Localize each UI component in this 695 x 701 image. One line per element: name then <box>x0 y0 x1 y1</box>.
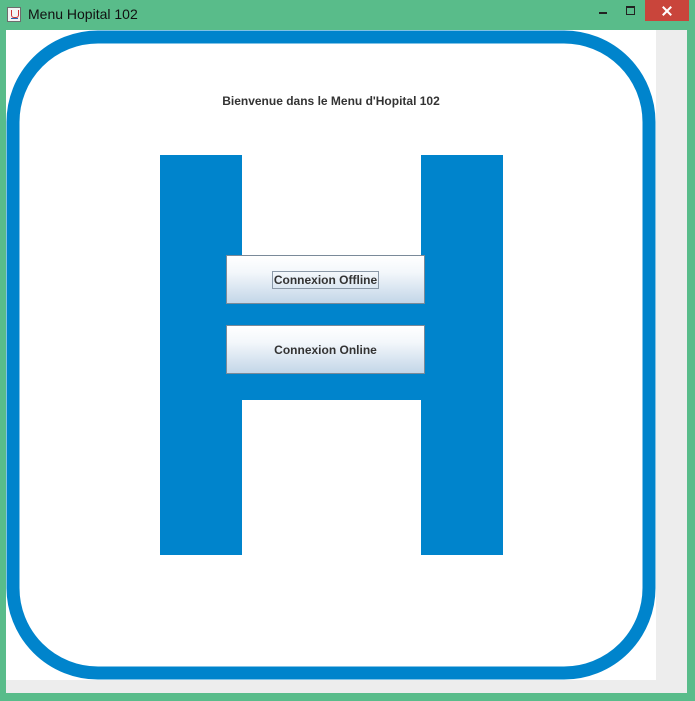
maximize-button[interactable] <box>616 0 644 21</box>
h-right-bar <box>421 155 503 555</box>
connexion-online-button[interactable]: Connexion Online <box>226 325 425 374</box>
window-content: Bienvenue dans le Menu d'Hopital 102 Con… <box>6 30 687 693</box>
welcome-label: Bienvenue dans le Menu d'Hopital 102 <box>222 94 440 108</box>
minimize-button[interactable] <box>588 0 616 21</box>
close-button[interactable] <box>645 0 689 21</box>
window-titlebar[interactable]: Menu Hopital 102 <box>0 0 695 30</box>
connexion-online-label: Connexion Online <box>274 342 377 357</box>
java-cup-icon <box>7 7 21 22</box>
connexion-offline-label: Connexion Offline <box>271 270 380 289</box>
main-panel: Bienvenue dans le Menu d'Hopital 102 Con… <box>6 30 656 680</box>
connexion-offline-button[interactable]: Connexion Offline <box>226 255 425 304</box>
window-title: Menu Hopital 102 <box>28 6 138 22</box>
